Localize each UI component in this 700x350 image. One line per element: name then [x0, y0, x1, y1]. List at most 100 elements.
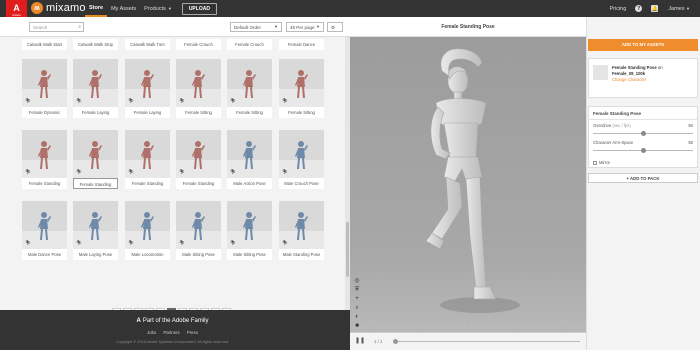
animation-label: Female Laying: [125, 107, 170, 118]
animation-label: Female Sitting: [279, 107, 324, 118]
help-icon[interactable]: ?: [635, 5, 643, 12]
animation-label: Male Sitting Pose: [176, 249, 221, 260]
animation-label: Female Dynamic: [22, 107, 67, 118]
animation-tile[interactable]: 🏃︎ Female Sitting: [279, 59, 324, 118]
zoom-in-icon[interactable]: +: [352, 296, 362, 302]
notifications-icon[interactable]: 🔔: [651, 5, 659, 12]
animation-tile[interactable]: 🏃︎ Male Crouch Pose: [279, 130, 324, 189]
animation-thumbnail: 🏃︎: [279, 201, 324, 249]
animation-tile[interactable]: 🏃︎ Female Standing: [22, 130, 67, 189]
animation-thumbnail: 🏃︎: [176, 201, 221, 249]
timeline-track[interactable]: [395, 341, 580, 342]
nav-products[interactable]: Products ▼: [140, 0, 176, 17]
animation-thumbnail: 🏃︎: [73, 130, 118, 178]
asset-card: Female Standing Pose on Female_08_100k C…: [588, 58, 698, 98]
character-figure: [192, 141, 205, 169]
viewport-scene: [350, 37, 586, 332]
mirror-checkbox[interactable]: Mirror: [593, 160, 610, 165]
animation-tile[interactable]: 🏃︎ Male Locomotion: [125, 201, 170, 260]
animation-tile[interactable]: 🏃︎ Male Sitting Pose: [227, 201, 272, 260]
chevron-down-icon: ▼: [274, 24, 278, 29]
footer: A Part of the Adobe Family Jobs Partners …: [0, 310, 350, 350]
viewer-tools: ◎ ⛨ + ⌕ ◐ ■: [352, 278, 362, 329]
animation-thumbnail: 🏃︎: [176, 130, 221, 178]
character-figure: [89, 70, 102, 98]
animation-label: Catwalk Walk Stop: [73, 39, 118, 50]
user-menu[interactable]: James ▼: [668, 6, 690, 12]
asset-browser: Search ⌕ Default Order ▼ 48 Per page ▼ ⚙…: [0, 17, 350, 350]
animation-thumbnail: 🏃︎: [176, 59, 221, 107]
overdrive-value: 50: [688, 123, 693, 128]
view-icon[interactable]: ◐: [352, 314, 362, 320]
viewer-title: Female Standing Pose: [350, 17, 586, 37]
animation-tile[interactable]: 🏃︎ Male Action Pose: [227, 130, 272, 189]
character-figure: [141, 141, 154, 169]
animation-tile[interactable]: 🏃︎ Female Laying: [125, 59, 170, 118]
animation-thumbnail: 🏃︎: [73, 59, 118, 107]
chevron-down-icon: ▼: [167, 6, 172, 11]
pause-icon[interactable]: ❚❚: [355, 337, 365, 344]
running-figure-icon: 🏃︎: [25, 98, 32, 104]
footer-link-press[interactable]: Press: [187, 330, 198, 335]
animation-tile[interactable]: 🏃︎ Female Laying: [73, 59, 118, 118]
chevron-down-icon: ▼: [686, 5, 690, 11]
animation-tile[interactable]: 🏃︎ Male Sitting Pose: [176, 201, 221, 260]
animation-tile[interactable]: 🏃︎ Female Sitting: [176, 59, 221, 118]
animation-label: Male Laying Pose: [73, 249, 118, 260]
animation-tile[interactable]: 🏃︎ Female Sitting: [227, 59, 272, 118]
timeline-scrubber[interactable]: [393, 339, 398, 344]
animation-tile[interactable]: 🏃︎ Female Standing: [176, 130, 221, 189]
zoom-icon[interactable]: ⌕: [352, 305, 362, 311]
animation-thumbnail: 🏃︎: [73, 201, 118, 249]
animation-thumbnail: 🏃︎: [227, 201, 272, 249]
search-icon[interactable]: ⌕: [78, 24, 81, 30]
character-figure: [192, 70, 205, 98]
filter-bar: Search ⌕ Default Order ▼ 48 Per page ▼ ⚙: [0, 17, 350, 37]
upload-button[interactable]: UPLOAD: [181, 2, 217, 15]
animation-label: Catwalk Walk Turn: [125, 39, 170, 50]
animation-label: Male Action Pose: [227, 178, 272, 189]
character-figure: [38, 141, 51, 169]
animation-thumbnail: 🏃︎: [22, 59, 67, 107]
sort-order-select[interactable]: Default Order ▼: [230, 22, 282, 32]
record-icon[interactable]: ■: [352, 323, 362, 329]
toggle-skeleton-icon[interactable]: ⛨: [352, 287, 362, 293]
nav-my-assets[interactable]: My Assets: [107, 0, 140, 17]
animation-tile[interactable]: 🏃︎ Male Dance Pose: [22, 201, 67, 260]
arm-space-slider-handle[interactable]: [641, 148, 646, 153]
mixamo-logo[interactable]: ʍ mixamo: [31, 2, 86, 14]
pose-title: Female Standing Pose: [593, 111, 642, 116]
pricing-link[interactable]: Pricing: [609, 6, 626, 12]
running-figure-icon: 🏃︎: [230, 240, 237, 246]
add-to-my-assets-button[interactable]: ADD TO MY ASSETS: [588, 39, 698, 51]
animation-tile[interactable]: 🏃︎ Female Dynamic: [22, 59, 67, 118]
animation-tile[interactable]: 🏃︎ Female Standing: [73, 130, 118, 189]
settings-dropdown[interactable]: ⚙: [327, 22, 343, 32]
running-figure-icon: 🏃︎: [230, 169, 237, 175]
overdrive-label-text: Overdrive: [593, 123, 612, 128]
animation-tile[interactable]: 🏃︎ Male Standing Pose: [279, 201, 324, 260]
change-character-link[interactable]: Change Character: [612, 77, 646, 82]
search-placeholder: Search: [33, 25, 48, 30]
animation-thumbnail: 🏃︎: [125, 201, 170, 249]
running-figure-icon: 🏃︎: [25, 240, 32, 246]
animation-tile[interactable]: 🏃︎ Female Standing: [125, 130, 170, 189]
running-figure-icon: 🏃︎: [230, 98, 237, 104]
animation-thumbnail: 🏃︎: [125, 130, 170, 178]
nav-store[interactable]: Store: [85, 0, 108, 17]
3d-viewport[interactable]: [350, 37, 586, 332]
scrollbar-thumb[interactable]: [346, 222, 349, 277]
figure-shadow: [440, 297, 520, 313]
animation-tile[interactable]: 🏃︎ Male Laying Pose: [73, 201, 118, 260]
per-page-select[interactable]: 48 Per page ▼: [286, 22, 324, 32]
overdrive-slider-handle[interactable]: [641, 131, 646, 136]
running-figure-icon: 🏃︎: [282, 98, 289, 104]
running-figure-icon: 🏃︎: [179, 169, 186, 175]
footer-link-partners[interactable]: Partners: [163, 330, 179, 335]
animation-thumbnail: 🏃︎: [227, 130, 272, 178]
search-input[interactable]: Search ⌕: [29, 22, 84, 32]
add-to-pack-button[interactable]: + ADD TO PACK: [588, 173, 698, 183]
character-figure: [89, 141, 102, 169]
footer-link-jobs[interactable]: Jobs: [147, 330, 156, 335]
camera-reset-icon[interactable]: ◎: [352, 278, 362, 284]
